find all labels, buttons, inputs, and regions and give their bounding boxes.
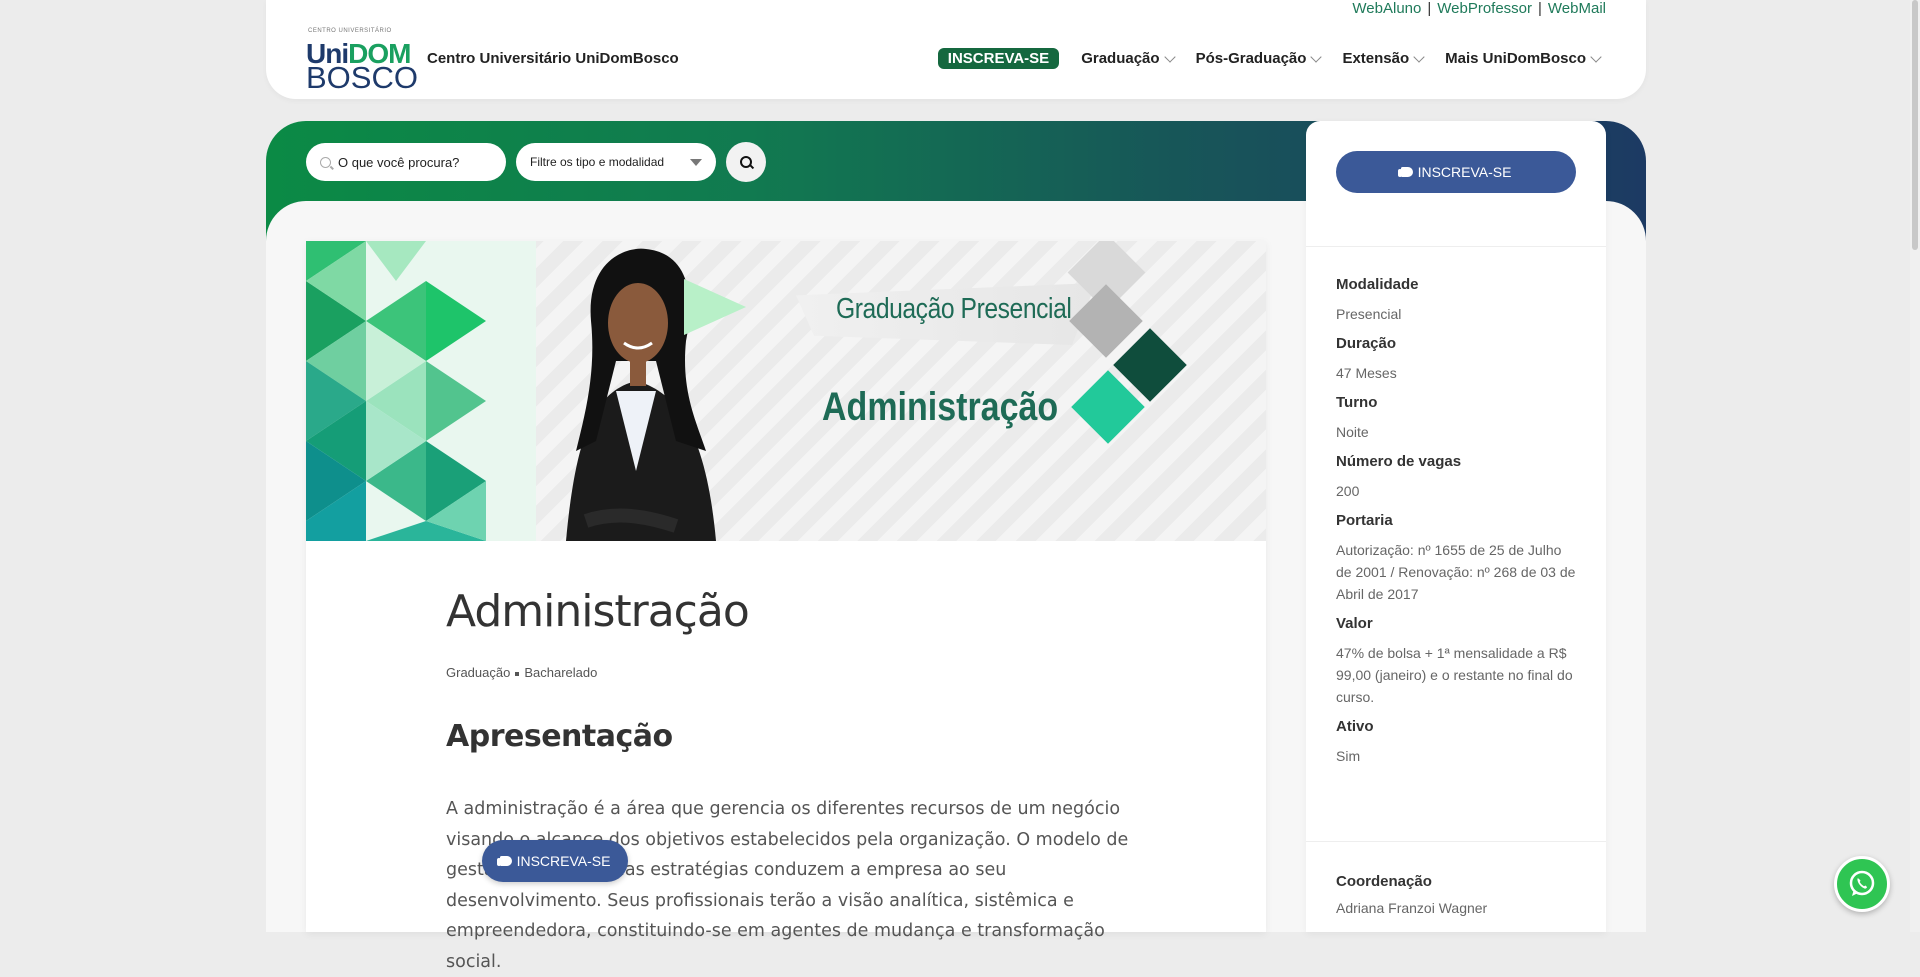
search-bar: O que você procura? Filtre os tipo e mod…: [306, 142, 766, 182]
button-label: INSCREVA-SE: [1417, 164, 1512, 180]
course-info-sidebar: INSCREVA-SE Modalidade Presencial Duraçã…: [1306, 121, 1606, 932]
nav-item-extensao[interactable]: Extensão: [1342, 50, 1425, 67]
hand-pointer-icon: [1397, 167, 1413, 177]
info-value: Presencial: [1336, 306, 1402, 322]
brand-name: Centro Universitário UniDomBosco: [427, 50, 679, 67]
info-value: 47 Meses: [1336, 365, 1397, 381]
separator: |: [1538, 0, 1542, 17]
link-webaluno[interactable]: WebAluno: [1352, 0, 1421, 17]
info-value: 200: [1336, 483, 1360, 499]
separator: |: [1427, 0, 1432, 17]
scrollbar-thumb[interactable]: [1912, 0, 1918, 250]
breadcrumb-item[interactable]: Graduação: [446, 665, 510, 680]
info-label: Portaria: [1336, 512, 1393, 529]
nav-item-mais-unidombosco[interactable]: Mais UniDomBosco: [1445, 50, 1602, 67]
course-info-list: Modalidade Presencial Duração 47 Meses T…: [1336, 276, 1576, 777]
breadcrumb-item[interactable]: Bacharelado: [524, 665, 597, 680]
coordination-value: Adriana Franzoi Wagner: [1336, 900, 1488, 916]
info-label: Número de vagas: [1336, 453, 1462, 470]
chevron-down-icon: [1413, 50, 1425, 63]
chevron-down-icon: [1310, 50, 1323, 63]
breadcrumb: Graduação Bacharelado: [446, 665, 597, 680]
logo-bosco: BOSCO: [306, 60, 418, 95]
course-card: Graduação Presencial Administração Admin…: [306, 241, 1266, 972]
chevron-down-icon: [1163, 50, 1176, 63]
link-webmail[interactable]: WebMail: [1548, 0, 1606, 17]
sidebar-inscreva-button[interactable]: INSCREVA-SE: [1336, 151, 1576, 193]
nav-item-label: Pós-Graduação: [1195, 50, 1307, 67]
info-label: Modalidade: [1336, 276, 1419, 293]
search-icon: [320, 156, 331, 168]
site-header: WebAluno | WebProfessor | WebMail CENTRO UNI…: [266, 0, 1646, 99]
section-heading: Apresentação: [446, 719, 673, 754]
coordination-info: Coordenação Adriana Franzoi Wagner: [1336, 873, 1487, 916]
banner-subtitle: Graduação Presencial: [836, 293, 1072, 325]
floating-inscreva-button[interactable]: INSCREVA-SE: [482, 840, 628, 882]
nav-item-pos-graduacao[interactable]: Pós-Graduação: [1195, 50, 1323, 67]
whatsapp-glyph: [1849, 870, 1875, 896]
divider: [1306, 841, 1606, 842]
info-label: Duração: [1336, 335, 1397, 352]
link-webprofessor[interactable]: WebProfessor: [1437, 0, 1532, 17]
top-links: WebAluno | WebProfessor | WebMail: [1352, 0, 1606, 17]
divider: [1306, 246, 1606, 247]
info-value: Sim: [1336, 748, 1361, 764]
nav-item-label: Mais UniDomBosco: [1445, 50, 1586, 67]
filter-label: Filtre os tipo e modalidad: [530, 155, 665, 169]
breadcrumb-separator: [515, 671, 520, 676]
info-label: Ativo: [1336, 718, 1374, 735]
search-input[interactable]: O que você procura?: [306, 143, 506, 181]
info-value: Autorização: nº 1655 de 25 de Julho de 2…: [1336, 542, 1576, 602]
nav-item-label: Graduação: [1081, 50, 1160, 67]
coordination-label: Coordenação: [1336, 873, 1432, 890]
chevron-down-icon: [1590, 50, 1602, 63]
nav-inscreva-button[interactable]: INSCREVA-SE: [937, 48, 1060, 69]
dropdown-arrow-icon: [690, 158, 702, 166]
search-placeholder: O que você procura?: [338, 154, 460, 170]
course-banner: Graduação Presencial Administração: [306, 241, 1266, 541]
triangle-pattern: [306, 241, 536, 541]
info-value: 47% de bolsa + 1ª mensalidade a R$ 99,00…: [1336, 645, 1573, 705]
search-button[interactable]: [726, 142, 766, 182]
logo-small-text: CENTRO UNIVERSITÁRIO: [308, 28, 392, 34]
search-icon: [740, 156, 752, 168]
filter-select[interactable]: Filtre os tipo e modalidad: [516, 143, 716, 181]
page-title: Administração: [446, 586, 750, 637]
site-logo[interactable]: CENTRO UNIVERSITÁRIO UniDOM BOSCO: [306, 28, 418, 95]
course-description: A administração é a área que gerencia os…: [446, 799, 1129, 972]
nav-item-graduacao[interactable]: Graduação: [1081, 50, 1176, 67]
info-value: Noite: [1336, 424, 1369, 440]
nav-item-label: Extensão: [1342, 50, 1410, 67]
button-label: INSCREVA-SE: [516, 853, 611, 869]
info-label: Turno: [1336, 394, 1378, 411]
banner-title: Administração: [822, 385, 1059, 429]
info-label: Valor: [1336, 615, 1373, 632]
play-triangle-decoration: [684, 279, 746, 335]
whatsapp-icon[interactable]: [1834, 856, 1890, 912]
hand-pointer-icon: [496, 856, 512, 866]
main-nav: INSCREVA-SE Graduação Pós-Graduação Exte…: [937, 48, 1602, 69]
